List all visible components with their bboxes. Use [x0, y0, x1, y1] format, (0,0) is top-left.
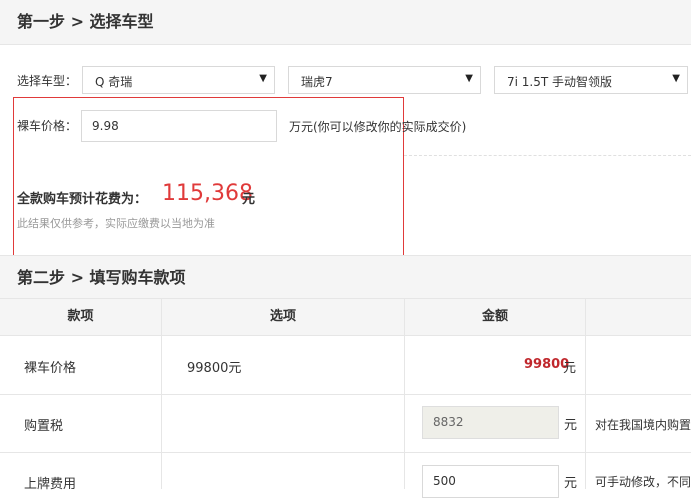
total-cost-value: 115,368 — [162, 181, 253, 206]
brand-select[interactable]: Q 奇瑞 ▼ — [82, 66, 275, 94]
header-amount: 金额 — [481, 309, 508, 324]
divider — [404, 155, 691, 156]
bare-price-unit-note: 万元(你可以修改你的实际成交价) — [289, 120, 467, 134]
row-divider — [0, 452, 691, 453]
brand-select-value: Q 奇瑞 — [95, 75, 133, 89]
row-amount-unit: 元 — [564, 418, 578, 433]
plate-fee-value: 500 — [433, 474, 456, 488]
total-cost-unit: 元 — [242, 192, 256, 207]
bare-price-value: 9.98 — [92, 119, 119, 133]
row-remark: 对在我国境内购置 — [595, 418, 691, 432]
select-model-label: 选择车型： — [17, 74, 78, 88]
header-item: 款项 — [67, 309, 94, 324]
row-name: 上牌费用 — [24, 477, 77, 492]
row-amount-unit: 元 — [564, 476, 578, 491]
step1-title: 第一步 > 选择车型 — [17, 12, 154, 31]
row-name: 裸车价格 — [24, 361, 77, 376]
plate-fee-input[interactable]: 500 — [422, 465, 559, 498]
bare-price-label: 裸车价格： — [17, 119, 78, 133]
header-option: 选项 — [269, 309, 296, 324]
row-divider — [0, 394, 691, 395]
disclaimer-note: 此结果仅供参考，实际应缴费以当地为准 — [17, 217, 215, 230]
dropdown-arrow-icon: ▼ — [259, 73, 267, 84]
series-select[interactable]: 瑞虎7 ▼ — [288, 66, 481, 94]
cost-table: 款项 选项 金额 裸车价格 99800元 99800 元 购置税 8832 元 … — [0, 298, 691, 498]
purchase-tax-field: 8832 — [422, 406, 559, 439]
row-option: 99800元 — [187, 361, 242, 376]
total-cost-label: 全款购车预计花费为： — [17, 192, 148, 207]
model-select-value: 7i 1.5T 手动智领版 — [507, 75, 613, 89]
model-select[interactable]: 7i 1.5T 手动智领版 ▼ — [494, 66, 688, 94]
bare-price-input[interactable]: 9.98 — [81, 110, 277, 142]
dropdown-arrow-icon: ▼ — [672, 73, 680, 84]
series-select-value: 瑞虎7 — [301, 75, 333, 89]
step2-title: 第二步 > 填写购车款项 — [17, 268, 186, 287]
dropdown-arrow-icon: ▼ — [465, 73, 473, 84]
row-remark: 可手动修改，不同 — [595, 475, 691, 489]
row-name: 购置税 — [24, 419, 64, 434]
row-amount-unit: 元 — [563, 361, 577, 376]
purchase-tax-value: 8832 — [433, 415, 464, 429]
